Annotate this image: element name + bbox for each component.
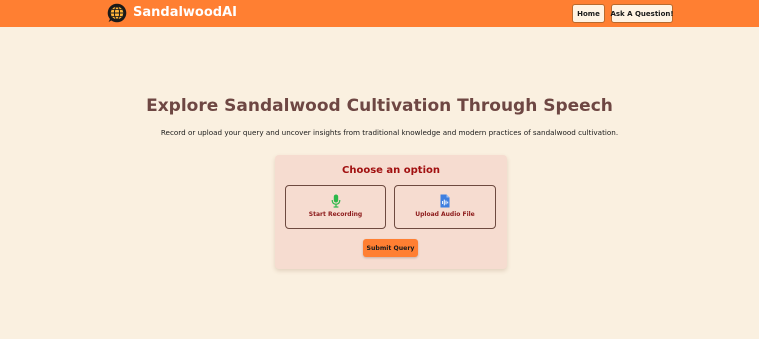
- brand-name[interactable]: SandalwoodAI: [133, 5, 237, 20]
- nav-home-button[interactable]: Home: [572, 4, 605, 23]
- start-recording-button[interactable]: Start Recording: [285, 185, 386, 229]
- chat-globe-icon[interactable]: [107, 3, 127, 23]
- navbar: SandalwoodAI Home Ask A Question!: [0, 0, 759, 27]
- nav-ask-question-button[interactable]: Ask A Question!: [610, 4, 674, 23]
- page: SandalwoodAI Home Ask A Question! Explor…: [0, 0, 759, 339]
- start-recording-label: Start Recording: [308, 211, 363, 218]
- card-title: Choose an option: [342, 165, 440, 176]
- page-title: Explore Sandalwood Cultivation Through S…: [146, 96, 613, 116]
- submit-query-button[interactable]: Submit Query: [363, 239, 418, 257]
- upload-audio-button[interactable]: Upload Audio File: [394, 185, 496, 229]
- option-card: Choose an option Start Recording Upload …: [275, 155, 507, 269]
- upload-audio-label: Upload Audio File: [415, 211, 475, 218]
- page-subtitle: Record or upload your query and uncover …: [160, 128, 619, 137]
- microphone-icon: [331, 194, 340, 208]
- audio-file-icon: [440, 194, 450, 208]
